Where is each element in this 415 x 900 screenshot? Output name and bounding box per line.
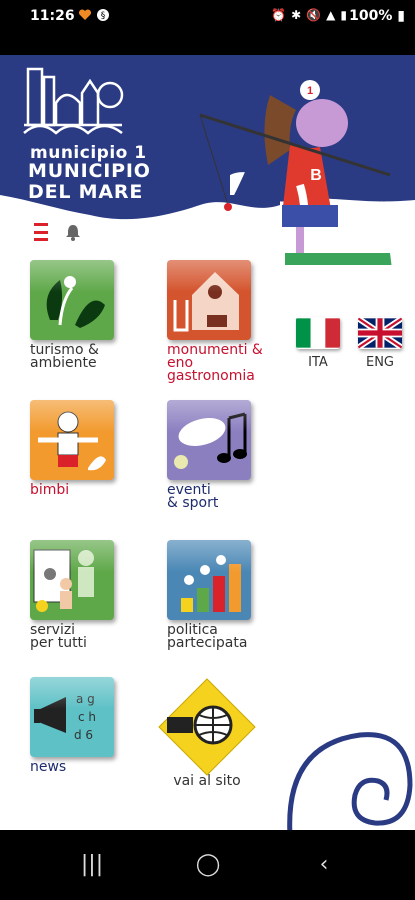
battery-level: 100%	[349, 8, 393, 24]
status-bar: 11:26 § ⏰ ✱ 🔇 ▲ ▮ 100% ▮	[0, 0, 415, 32]
back-icon[interactable]: ‹	[304, 852, 344, 877]
language-ita[interactable]: ITA	[292, 317, 344, 370]
tile-news-label: news	[30, 759, 67, 775]
svg-text:d 6: d 6	[74, 728, 93, 742]
uk-flag-icon	[358, 317, 402, 349]
mascot-shirt-letter: B	[310, 167, 322, 184]
menu-icon[interactable]	[34, 223, 48, 241]
app-content: 1 B municipio 1 MUNICIPIO DEL MARE turis…	[0, 55, 415, 830]
signal-icon: ▲	[326, 8, 336, 22]
tile-bimbi-label: bimbi	[30, 482, 70, 498]
tile-eventi[interactable]: eventi & sport	[167, 400, 251, 510]
wifi-icon: ▮	[340, 8, 347, 22]
tile-monumenti-label: monumenti & eno gastronomia	[167, 342, 263, 384]
header-title-del-mare: MUNICIPIO DEL MARE	[28, 160, 151, 203]
tile-servizi-label: servizi per tutti	[30, 622, 87, 651]
people-icon	[30, 540, 114, 620]
tile-bimbi[interactable]: bimbi	[30, 400, 114, 497]
clock: 11:26	[30, 8, 75, 24]
bell-icon[interactable]	[64, 223, 82, 241]
mascot-number: 1	[307, 85, 313, 97]
tile-news[interactable]: a g c h d 6 news	[30, 677, 114, 774]
heart-icon	[78, 9, 92, 20]
tile-turismo-label: turismo & ambiente	[30, 342, 99, 371]
settings-circle-icon: §	[97, 9, 109, 21]
tile-servizi[interactable]: servizi per tutti	[30, 540, 114, 650]
stats-icon	[167, 540, 251, 620]
svg-text:a g: a g	[76, 692, 95, 706]
system-nav-bar: ||| ◯ ‹	[0, 830, 415, 900]
megaphone-icon: a g c h d 6	[30, 677, 114, 757]
leaf-icon	[30, 260, 114, 340]
alarm-icon: ⏰	[271, 8, 287, 22]
language-eng[interactable]: ENG	[354, 317, 406, 370]
spiral-decoration	[287, 732, 413, 830]
svg-text:§: §	[101, 11, 106, 21]
tile-sito[interactable]: vai al sito	[157, 677, 257, 788]
tile-eventi-label: eventi & sport	[167, 482, 219, 511]
monument-icon	[167, 260, 251, 340]
toolbar	[34, 223, 82, 241]
tile-politica-label: politica partecipata	[167, 622, 248, 651]
recent-apps-icon[interactable]: |||	[72, 852, 112, 877]
globe-link-icon	[157, 677, 257, 777]
home-icon[interactable]: ◯	[188, 852, 228, 877]
mute-icon: 🔇	[306, 8, 322, 22]
music-rugby-icon	[167, 400, 251, 480]
tile-turismo[interactable]: turismo & ambiente	[30, 260, 120, 370]
svg-text:c h: c h	[78, 710, 96, 724]
child-icon	[30, 400, 114, 480]
language-eng-label: ENG	[365, 355, 394, 370]
italy-flag-icon	[296, 317, 340, 349]
tile-politica[interactable]: politica partecipata	[167, 540, 267, 650]
bluetooth-icon: ✱	[291, 8, 302, 22]
tile-monumenti[interactable]: monumenti & eno gastronomia	[167, 260, 277, 383]
language-ita-label: ITA	[308, 355, 328, 370]
